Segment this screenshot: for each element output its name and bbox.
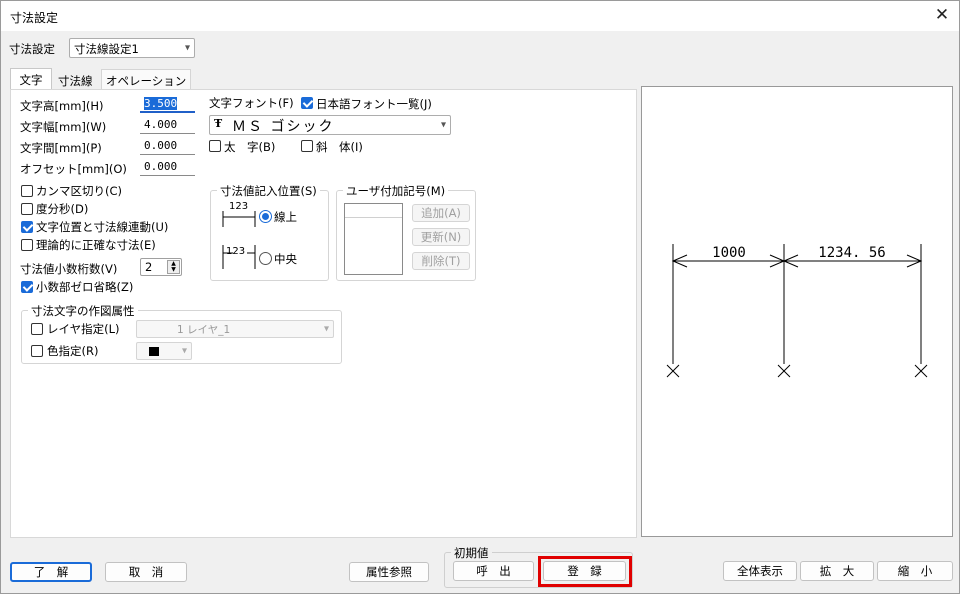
offset-label: オフセット[mm](O) — [20, 162, 127, 176]
tab-text[interactable]: 文字 — [10, 68, 52, 90]
fit-all-button[interactable]: 全体表示 — [723, 561, 797, 581]
theoretically-exact-label[interactable]: 理論的に正確な寸法(E) — [36, 237, 156, 253]
color-checkbox[interactable] — [31, 345, 43, 357]
comma-separator-label[interactable]: カンマ区切り(C) — [36, 183, 122, 199]
dimension-value-1: 1000 — [712, 245, 746, 261]
jp-font-list-checkbox[interactable] — [301, 97, 313, 109]
user-symbol-group-label: ユーザ付加記号(M) — [343, 183, 449, 199]
zero-omit-checkbox[interactable] — [21, 281, 33, 293]
zoom-out-button[interactable]: 縮 小 — [877, 561, 953, 581]
draw-attr-group-label: 寸法文字の作図属性 — [28, 303, 138, 319]
text-spacing-label: 文字間[mm](P) — [20, 141, 102, 155]
settings-select-value: 寸法線設定1 — [74, 42, 139, 56]
layer-select[interactable]: 1 レイヤ_1 ▾ — [136, 320, 334, 338]
dimension-preview-drawing: 1000 1234. 56 — [666, 244, 928, 378]
tab-operation-label: オペレーション — [106, 74, 187, 88]
italic-label[interactable]: 斜 体(I) — [316, 139, 363, 155]
text-width-input[interactable]: 4.000 — [140, 116, 195, 134]
initial-value-label: 初期値 — [451, 545, 492, 561]
layer-checkbox[interactable] — [31, 323, 43, 335]
text-height-value: 3.500 — [144, 97, 178, 110]
user-symbol-list[interactable] — [344, 203, 403, 275]
chevron-down-icon: ▾ — [323, 323, 329, 335]
decimals-label: 寸法値小数桁数(V) — [20, 262, 118, 276]
decimals-value: 2 — [145, 260, 153, 274]
position-group: 寸法値記入位置(S) 123 線上 123 中央 — [210, 183, 329, 281]
position-group-label: 寸法値記入位置(S) — [217, 183, 320, 199]
tab-dimension-line[interactable]: 寸法線 — [53, 69, 98, 90]
above-line-label[interactable]: 線上 — [274, 209, 297, 225]
text-height-input[interactable]: 3.500 — [140, 95, 195, 113]
tab-operation[interactable]: オペレーション — [101, 69, 192, 90]
jp-font-list-label[interactable]: 日本語フォント一覧(J) — [316, 96, 432, 112]
color-swatch — [149, 347, 159, 356]
zero-omit-label[interactable]: 小数部ゼロ省略(Z) — [36, 279, 133, 295]
add-button[interactable]: 追加(A) — [412, 204, 470, 222]
decimals-spinner[interactable]: 2 ▲ ▼ — [140, 258, 182, 276]
above-line-radio[interactable] — [259, 210, 272, 223]
dms-label[interactable]: 度分秒(D) — [36, 201, 88, 217]
settings-select[interactable]: 寸法線設定1 ▾ — [69, 38, 195, 58]
text-spacing-input[interactable]: 0.000 — [140, 137, 195, 155]
cancel-button[interactable]: 取 消 — [105, 562, 187, 582]
zoom-in-button[interactable]: 拡 大 — [800, 561, 874, 581]
window-title: 寸法設定 — [10, 11, 59, 25]
close-icon[interactable]: ✕ — [931, 5, 953, 27]
tab-dimension-line-label: 寸法線 — [58, 74, 93, 88]
user-symbol-group: ユーザ付加記号(M) 追加(A) 更新(N) 削除(T) — [336, 183, 476, 281]
center-label[interactable]: 中央 — [274, 251, 297, 267]
call-button[interactable]: 呼 出 — [453, 561, 534, 581]
attribute-reference-button[interactable]: 属性参照 — [349, 562, 429, 582]
settings-label: 寸法設定 — [9, 42, 55, 56]
dms-checkbox[interactable] — [21, 203, 33, 215]
italic-checkbox[interactable] — [301, 140, 313, 152]
text-height-label: 文字高[mm](H) — [20, 99, 104, 113]
spin-down-icon[interactable]: ▼ — [168, 267, 179, 273]
preview-pane: 1000 1234. 56 — [641, 86, 953, 537]
offset-input[interactable]: 0.000 — [140, 158, 195, 176]
point-markers — [666, 364, 928, 378]
dimension-settings-dialog: 寸法設定 ✕ 寸法設定 寸法線設定1 ▾ 文字 寸法線 オペレーション 文字高[… — [0, 0, 960, 594]
text-position-link-label[interactable]: 文字位置と寸法線連動(U) — [36, 219, 168, 235]
bold-label[interactable]: 太 字(B) — [224, 139, 275, 155]
font-select[interactable]: Ŧ ＭＳ ゴシック ▾ — [209, 115, 451, 135]
dimension-value-2: 1234. 56 — [818, 245, 885, 261]
comma-separator-checkbox[interactable] — [21, 185, 33, 197]
bold-checkbox[interactable] — [209, 140, 221, 152]
center-sample-text: 123 — [226, 246, 246, 257]
update-button[interactable]: 更新(N) — [412, 228, 470, 246]
chevron-down-icon: ▾ — [181, 345, 187, 357]
theoretically-exact-checkbox[interactable] — [21, 239, 33, 251]
ok-button[interactable]: 了 解 — [10, 562, 92, 582]
tab-text-label: 文字 — [19, 73, 43, 87]
chevron-down-icon: ▾ — [184, 42, 190, 54]
draw-attr-group: 寸法文字の作図属性 レイヤ指定(L) 1 レイヤ_1 ▾ 色指定(R) ▾ — [21, 303, 342, 364]
layer-label[interactable]: レイヤ指定(L) — [47, 321, 120, 337]
font-label: 文字フォント(F) — [209, 96, 294, 110]
delete-button[interactable]: 削除(T) — [412, 252, 470, 270]
text-tab-panel: 文字高[mm](H) 3.500 文字幅[mm](W) 4.000 文字間[mm… — [10, 89, 637, 538]
layer-select-value: 1 レイヤ_1 — [177, 324, 231, 336]
spinner-buttons[interactable]: ▲ ▼ — [167, 260, 180, 274]
text-position-link-checkbox[interactable] — [21, 221, 33, 233]
font-select-value: ＭＳ ゴシック — [232, 119, 335, 135]
color-select[interactable]: ▾ — [136, 342, 192, 360]
center-radio[interactable] — [259, 252, 272, 265]
text-width-label: 文字幅[mm](W) — [20, 120, 107, 134]
title-bar: 寸法設定 ✕ — [1, 1, 959, 31]
truetype-icon: Ŧ — [214, 117, 223, 130]
color-label[interactable]: 色指定(R) — [47, 343, 98, 359]
above-line-sample-text: 123 — [229, 201, 249, 212]
chevron-down-icon: ▾ — [440, 119, 446, 131]
register-highlight-box — [538, 556, 632, 587]
